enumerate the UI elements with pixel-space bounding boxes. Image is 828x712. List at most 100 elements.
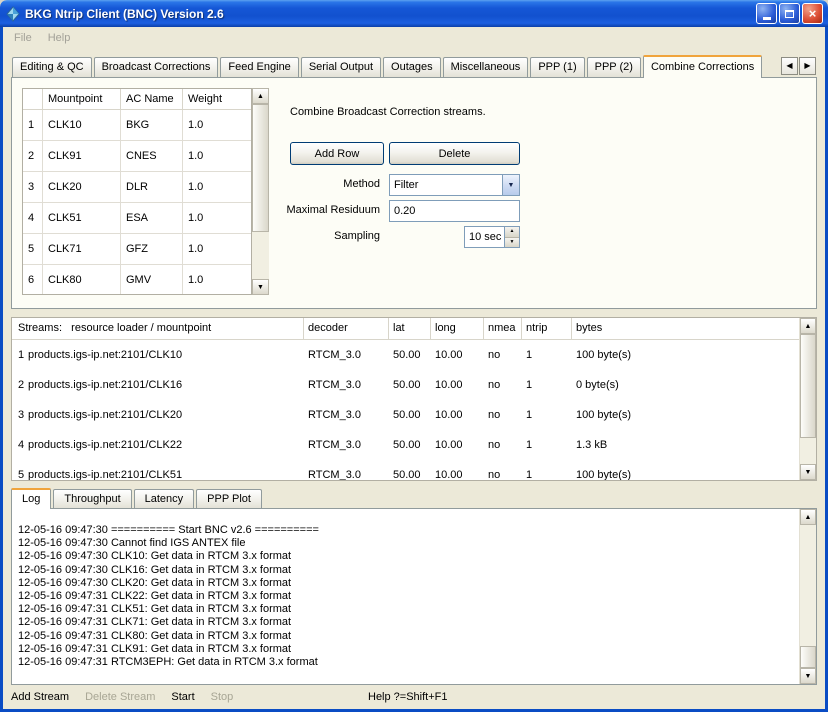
scrollbar-thumb[interactable] [800, 646, 816, 668]
window-frame: File Help Editing & QCBroadcast Correcti… [0, 27, 828, 712]
scroll-up-button[interactable]: ▲ [800, 509, 816, 525]
mountpoint-cell[interactable]: CLK51 [43, 203, 121, 233]
stream-row[interactable]: 2products.igs-ip.net:2101/CLK16RTCM_3.05… [12, 370, 799, 400]
mountpoint-row[interactable]: 5CLK71GFZ1.0 [23, 234, 251, 265]
spin-down-button[interactable]: ▼ [505, 238, 519, 248]
nmea-cell: no [484, 400, 522, 430]
title-bar[interactable]: BKG Ntrip Client (BNC) Version 2.6 × [0, 0, 828, 27]
ac-name-cell[interactable]: DLR [121, 172, 183, 202]
long-header: long [431, 318, 484, 339]
maximize-button[interactable] [779, 3, 800, 24]
row-number-cell: 3 [12, 400, 28, 430]
tab-feed-engine[interactable]: Feed Engine [220, 57, 298, 77]
weight-cell[interactable]: 1.0 [183, 172, 251, 202]
sampling-spinner[interactable]: 10 sec ▲ ▼ [464, 226, 520, 248]
streams-scrollbar[interactable]: ▲ ▼ [799, 318, 816, 480]
tab-scroll-left-button[interactable]: ◀ [781, 57, 798, 75]
scroll-up-button[interactable]: ▲ [800, 318, 816, 334]
scroll-down-button[interactable]: ▼ [800, 668, 816, 684]
dropdown-arrow-icon[interactable]: ▼ [502, 175, 519, 195]
tab-combine-corrections[interactable]: Combine Corrections [643, 55, 762, 78]
maximal-residuum-input[interactable] [389, 200, 520, 222]
spin-up-button[interactable]: ▲ [505, 227, 519, 238]
resource-cell[interactable]: products.igs-ip.net:2101/CLK22 [28, 430, 304, 460]
statusbar-action-start[interactable]: Start [171, 691, 194, 703]
ac-name-cell[interactable]: BKG [121, 110, 183, 140]
close-button[interactable]: × [802, 3, 823, 24]
tab-scroll-right-button[interactable]: ▶ [799, 57, 816, 75]
tab-strip: Editing & QCBroadcast CorrectionsFeed En… [12, 55, 780, 77]
scroll-up-button[interactable]: ▲ [252, 88, 269, 104]
mountpoint-cell[interactable]: CLK20 [43, 172, 121, 202]
statusbar-action-add-stream[interactable]: Add Stream [11, 691, 69, 703]
mountpoint-cell[interactable]: CLK71 [43, 234, 121, 264]
mountpoint-row[interactable]: 2CLK91CNES1.0 [23, 141, 251, 172]
stream-row[interactable]: 4products.igs-ip.net:2101/CLK22RTCM_3.05… [12, 430, 799, 460]
weight-cell[interactable]: 1.0 [183, 141, 251, 171]
scrollbar-thumb[interactable] [800, 334, 816, 438]
mountpoint-cell[interactable]: CLK91 [43, 141, 121, 171]
statusbar-action-delete-stream: Delete Stream [85, 691, 155, 703]
streams-table-header: Streams: resource loader / mountpointdec… [12, 318, 799, 340]
arrow-up-icon: ▲ [510, 229, 515, 234]
menu-help[interactable]: Help [40, 30, 79, 46]
nmea-cell: no [484, 430, 522, 460]
scroll-down-button[interactable]: ▼ [800, 464, 816, 480]
tab-latency[interactable]: Latency [134, 489, 195, 508]
mountpoint-row[interactable]: 1CLK10BKG1.0 [23, 110, 251, 141]
tab-broadcast-corrections[interactable]: Broadcast Corrections [94, 57, 219, 77]
weight-cell[interactable]: 1.0 [183, 265, 251, 295]
scrollbar-track[interactable] [800, 438, 816, 464]
mountpoint-row[interactable]: 6CLK80GMV1.0 [23, 265, 251, 295]
add-row-button[interactable]: Add Row [290, 142, 384, 165]
sampling-label: Sampling [242, 230, 380, 242]
tab-editing-qc[interactable]: Editing & QC [12, 57, 92, 77]
nmea-header: nmea [484, 318, 522, 339]
tab-outages[interactable]: Outages [383, 57, 441, 77]
streams-table-main[interactable]: Streams: resource loader / mountpointdec… [12, 318, 799, 480]
mountpoint-row[interactable]: 4CLK51ESA1.0 [23, 203, 251, 234]
stream-row[interactable]: 5products.igs-ip.net:2101/CLK51RTCM_3.05… [12, 460, 799, 480]
stream-row[interactable]: 1products.igs-ip.net:2101/CLK10RTCM_3.05… [12, 340, 799, 370]
ac-name-cell[interactable]: CNES [121, 141, 183, 171]
resource-cell[interactable]: products.igs-ip.net:2101/CLK20 [28, 400, 304, 430]
close-icon: × [809, 7, 817, 20]
tab-miscellaneous[interactable]: Miscellaneous [443, 57, 529, 77]
mountpoint-cell[interactable]: CLK10 [43, 110, 121, 140]
scroll-down-button[interactable]: ▼ [252, 279, 269, 295]
resource-cell[interactable]: products.igs-ip.net:2101/CLK16 [28, 370, 304, 400]
weight-cell[interactable]: 1.0 [183, 110, 251, 140]
ac-name-cell[interactable]: ESA [121, 203, 183, 233]
tab-ppp-1[interactable]: PPP (1) [530, 57, 584, 77]
decoder-cell: RTCM_3.0 [304, 460, 389, 480]
minimize-button[interactable] [756, 3, 777, 24]
stream-row[interactable]: 3products.igs-ip.net:2101/CLK20RTCM_3.05… [12, 400, 799, 430]
tab-ppp-2[interactable]: PPP (2) [587, 57, 641, 77]
mountpoint-cell[interactable]: CLK80 [43, 265, 121, 295]
mountpoint-row[interactable]: 3CLK20DLR1.0 [23, 172, 251, 203]
tab-serial-output[interactable]: Serial Output [301, 57, 381, 77]
weight-cell[interactable]: 1.0 [183, 234, 251, 264]
resource-cell[interactable]: products.igs-ip.net:2101/CLK51 [28, 460, 304, 480]
combination-table-scrollbar[interactable]: ▲ ▼ [252, 88, 269, 295]
delete-button[interactable]: Delete [389, 142, 520, 165]
ntrip-cell: 1 [522, 430, 572, 460]
lat-cell: 50.00 [389, 460, 431, 480]
ac-name-cell[interactable]: GFZ [121, 234, 183, 264]
resource-cell[interactable]: products.igs-ip.net:2101/CLK10 [28, 340, 304, 370]
ac-name-cell[interactable]: GMV [121, 265, 183, 295]
tab-ppp-plot[interactable]: PPP Plot [196, 489, 262, 508]
log-scrollbar[interactable]: ▲ ▼ [799, 509, 816, 684]
bytes-cell: 100 byte(s) [572, 340, 799, 370]
combination-table[interactable]: MountpointAC NameWeight 1CLK10BKG1.02CLK… [22, 88, 252, 295]
column-header-mountpoint: Mountpoint [43, 89, 121, 109]
decoder-cell: RTCM_3.0 [304, 370, 389, 400]
log-view[interactable]: 12-05-16 09:47:30 ========== Start BNC v… [12, 509, 799, 684]
tab-log[interactable]: Log [11, 488, 51, 509]
tab-throughput[interactable]: Throughput [53, 489, 131, 508]
weight-cell[interactable]: 1.0 [183, 203, 251, 233]
method-dropdown[interactable]: Filter ▼ [389, 174, 520, 196]
lat-cell: 50.00 [389, 340, 431, 370]
scrollbar-track[interactable] [800, 525, 816, 646]
menu-file[interactable]: File [6, 30, 40, 46]
